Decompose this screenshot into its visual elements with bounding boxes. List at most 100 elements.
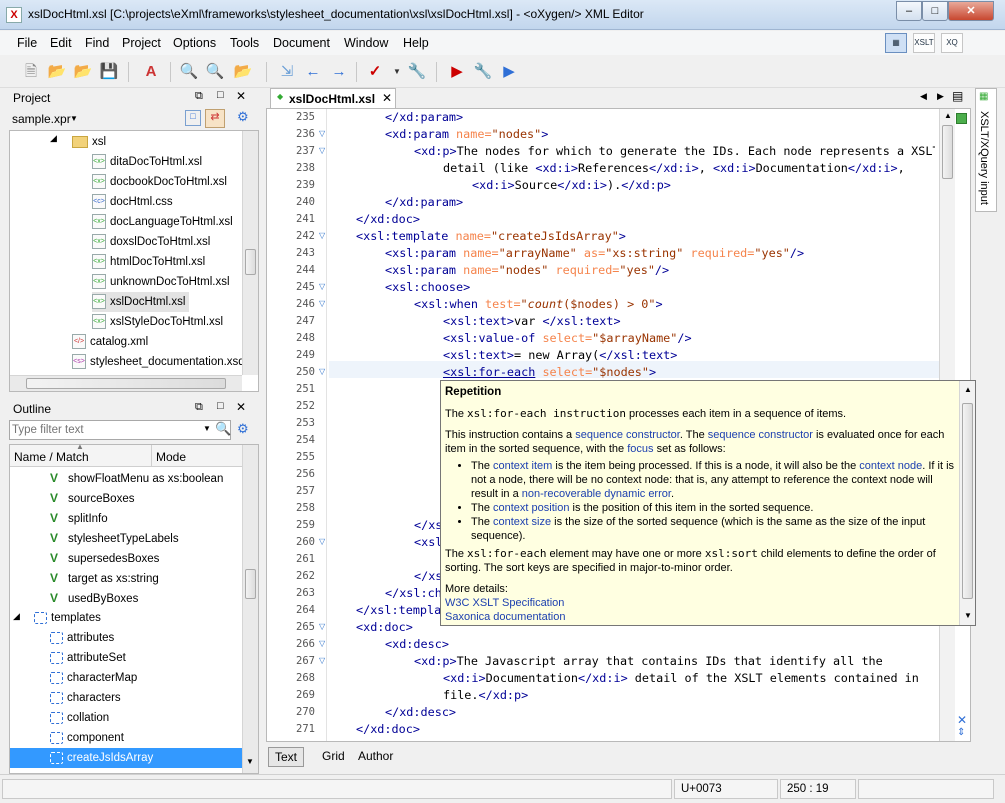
outline-item[interactable]: component <box>50 728 124 748</box>
fold-toggle-icon[interactable]: ▽ <box>319 146 325 155</box>
xslt-perspective-icon[interactable]: XSLT <box>913 33 935 53</box>
configure-transform-icon[interactable]: 🔧 <box>472 61 494 83</box>
maximize-button[interactable]: □ <box>922 1 948 21</box>
fold-toggle-icon[interactable]: ▽ <box>319 282 325 291</box>
scroll-down-icon[interactable]: ▼ <box>964 611 972 620</box>
tooltip-vscrollbar[interactable]: ▲ ▼ <box>959 381 975 625</box>
chevron-down-icon[interactable]: ▼ <box>70 114 78 123</box>
outline-item[interactable]: VshowFloatMenu as xs:boolean <box>50 468 223 488</box>
scroll-thumb[interactable] <box>962 403 973 599</box>
menu-window[interactable]: Window <box>344 36 388 50</box>
outline-item[interactable]: characters <box>50 688 121 708</box>
tab-list-icon[interactable]: ▤ <box>952 89 963 103</box>
link-sequence-constructor[interactable]: sequence constructor <box>708 429 813 441</box>
apply-transform-icon[interactable]: ▶ <box>446 61 468 83</box>
project-vscrollbar[interactable] <box>242 131 258 375</box>
outline-item[interactable]: attributeSet <box>50 648 126 668</box>
tree-folder-xsl[interactable]: xsl <box>72 132 106 152</box>
collapse-icon[interactable]: ⇲ <box>276 61 298 83</box>
restore-icon[interactable]: ⧉ <box>195 401 203 414</box>
project-file-select[interactable]: sample.xpr <box>12 112 71 126</box>
fold-toggle-icon[interactable]: ▽ <box>319 129 325 138</box>
tree-file[interactable]: <x> unknownDocToHtml.xsl <box>92 272 230 292</box>
link-context-node[interactable]: context node <box>859 460 922 472</box>
close-panel-icon[interactable]: ✕ <box>236 400 246 414</box>
link-focus[interactable]: focus <box>627 443 653 455</box>
tab-text[interactable]: Text <box>268 747 305 767</box>
scroll-thumb[interactable] <box>245 249 256 275</box>
new-file-icon[interactable]: 🗎 <box>20 61 42 83</box>
scroll-down-icon[interactable]: ▼ <box>246 757 254 766</box>
link-editor-icon[interactable]: □ <box>185 110 201 126</box>
configure-validation-icon[interactable]: 🔧 <box>406 61 428 83</box>
spellcheck-icon[interactable]: A <box>140 61 162 83</box>
fold-toggle-icon[interactable]: ▽ <box>319 299 325 308</box>
tree-file[interactable]: </> catalog.xml <box>72 332 148 352</box>
outline-item[interactable]: VstylesheetTypeLabels <box>50 528 179 548</box>
scroll-up-icon[interactable]: ▲ <box>944 111 952 120</box>
outline-vscrollbar[interactable]: ▼ <box>242 445 258 773</box>
minimize-panel-icon[interactable]: □ <box>217 89 224 101</box>
save-icon[interactable]: 💾 <box>98 61 120 83</box>
fold-toggle-icon[interactable]: ▽ <box>319 639 325 648</box>
scroll-thumb[interactable] <box>245 569 256 599</box>
find-icon[interactable]: 🔍 <box>178 61 200 83</box>
expand-triangle-icon[interactable]: ◢ <box>13 611 20 622</box>
outline-item-selected[interactable]: createJsIdsArray <box>10 748 242 768</box>
menu-project[interactable]: Project <box>122 36 161 50</box>
close-button[interactable]: ✕ <box>948 1 994 21</box>
tree-file[interactable]: <x> ditaDocToHtml.xsl <box>92 152 202 172</box>
fold-toggle-icon[interactable]: ▽ <box>319 622 325 631</box>
column-mode[interactable]: Mode <box>156 450 186 464</box>
find-in-files-icon[interactable]: 🔍 <box>204 61 226 83</box>
outline-item[interactable]: attributes <box>50 628 114 648</box>
debug-icon[interactable]: ▶ <box>498 61 520 83</box>
scroll-thumb[interactable] <box>26 378 226 389</box>
open-find-icon[interactable]: 📂 <box>232 61 254 83</box>
outline-item[interactable]: characterMap <box>50 668 137 688</box>
menu-help[interactable]: Help <box>403 36 429 50</box>
close-tab-icon[interactable]: ✕ <box>382 91 392 105</box>
validate-icon[interactable]: ✓ <box>364 61 386 83</box>
expand-triangle-icon[interactable]: ◢ <box>50 133 57 144</box>
fold-toggle-icon[interactable]: ▽ <box>319 367 325 376</box>
minimize-panel-icon[interactable]: □ <box>217 400 224 412</box>
minimize-button[interactable]: – <box>896 1 922 21</box>
validate-dropdown-icon[interactable]: ▼ <box>386 61 408 83</box>
fold-toggle-icon[interactable]: ▽ <box>319 656 325 665</box>
back-icon[interactable]: ← <box>302 61 324 83</box>
filter-input[interactable] <box>12 422 198 438</box>
fold-toggle-icon[interactable]: ▽ <box>319 537 325 546</box>
open-folder-icon[interactable]: 📂 <box>46 61 68 83</box>
forward-icon[interactable]: → <box>328 61 350 83</box>
link-saxonica[interactable]: Saxonica documentation <box>445 610 955 624</box>
open-url-icon[interactable]: 📂 <box>72 61 94 83</box>
tree-file[interactable]: <x> xslStyleDocToHtml.xsl <box>92 312 223 332</box>
tree-file[interactable]: <x> docLanguageToHtml.xsl <box>92 212 233 232</box>
outline-group-templates[interactable]: templates <box>34 608 101 628</box>
tab-grid[interactable]: Grid <box>316 747 351 767</box>
project-hscrollbar[interactable] <box>10 375 242 391</box>
tree-file[interactable]: <x> doxslDocToHtml.xsl <box>92 232 210 252</box>
menu-options[interactable]: Options <box>173 36 216 50</box>
editor-perspective-icon[interactable]: ▦ <box>885 33 907 53</box>
link-dynamic-error[interactable]: non-recoverable dynamic error <box>522 488 671 500</box>
outline-item[interactable]: VsourceBoxes <box>50 488 134 508</box>
link-context-position[interactable]: context position <box>493 502 569 514</box>
link-sequence-constructor[interactable]: sequence constructor <box>575 429 680 441</box>
tree-file[interactable]: <x> docbookDocToHtml.xsl <box>92 172 227 192</box>
xslt-input-sidetab[interactable]: ▦ XSLT/XQuery input <box>975 88 997 212</box>
outline-item[interactable]: VsupersedesBoxes <box>50 548 159 568</box>
outline-item[interactable]: VusedByBoxes <box>50 588 138 608</box>
tree-file-selected[interactable]: <x> xslDocHtml.xsl <box>92 292 190 312</box>
link-context-size[interactable]: context size <box>493 516 551 528</box>
outline-item[interactable]: Vtarget as xs:string <box>50 568 159 588</box>
menu-document[interactable]: Document <box>273 36 330 50</box>
scroll-thumb[interactable] <box>942 125 953 179</box>
close-split-icon[interactable]: ✕ <box>957 713 967 727</box>
menu-tools[interactable]: Tools <box>230 36 259 50</box>
tab-right-icon[interactable]: ▶ <box>937 91 944 102</box>
restore-icon[interactable]: ⧉ <box>195 90 203 103</box>
tree-file[interactable]: <x> htmlDocToHtml.xsl <box>92 252 205 272</box>
menu-find[interactable]: Find <box>85 36 109 50</box>
